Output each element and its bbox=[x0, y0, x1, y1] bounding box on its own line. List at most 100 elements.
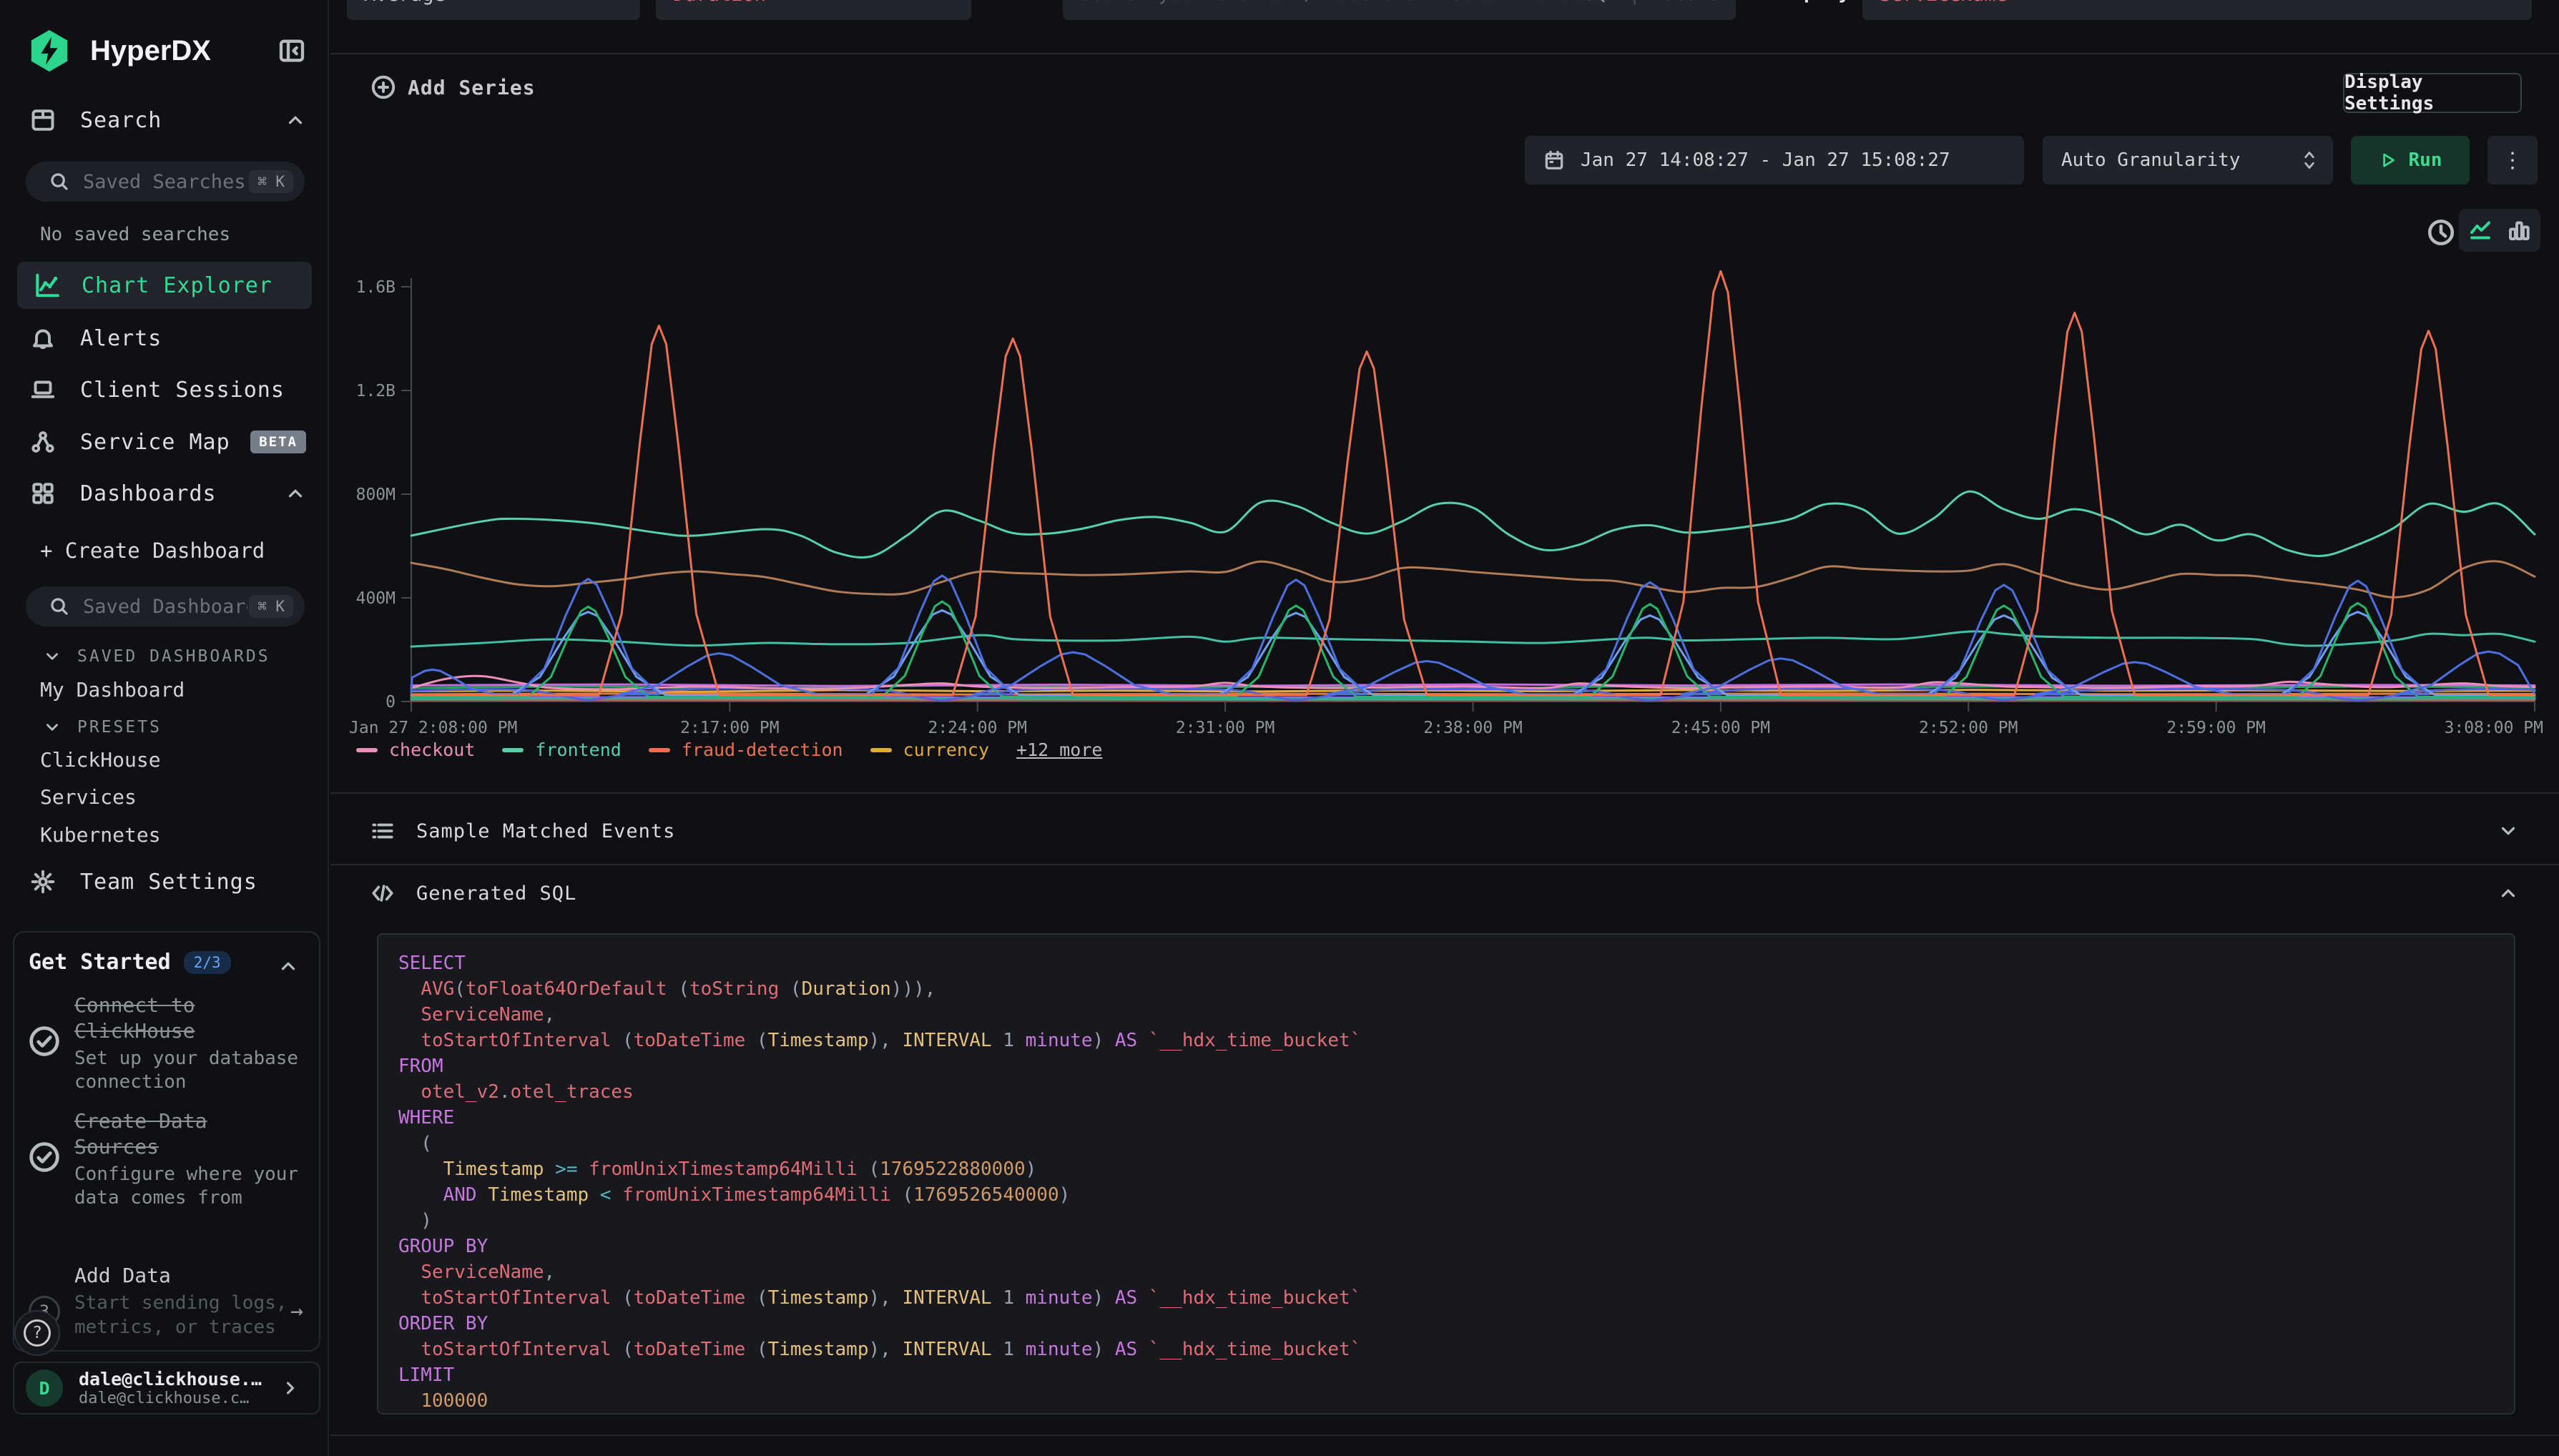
kebab-menu-icon: ⋮ bbox=[2502, 148, 2523, 173]
timeseries-chart[interactable]: 0400M800M1.2B1.6BJan 27 2:08:00 PM2:17:0… bbox=[330, 257, 2559, 744]
bar-chart-toggle-icon[interactable] bbox=[2506, 217, 2532, 243]
legend-item-checkout[interactable]: checkout bbox=[356, 739, 475, 760]
sidebar-item-search[interactable]: Search bbox=[0, 104, 329, 136]
legend-item-currency[interactable]: currency bbox=[870, 739, 989, 760]
sql-line: AND Timestamp < fromUnixTimestamp64Milli… bbox=[398, 1182, 2494, 1208]
sidebar-item-my-dashboard[interactable]: My Dashboard bbox=[0, 675, 329, 704]
chevron-down-icon bbox=[43, 718, 62, 737]
saved-dashboards-section[interactable]: SAVED DASHBOARDS bbox=[0, 642, 329, 671]
chevron-up-icon[interactable] bbox=[285, 483, 306, 504]
line-chart-toggle-icon[interactable] bbox=[2467, 217, 2493, 243]
field-input[interactable]: Duration bbox=[656, 0, 971, 20]
x-axis-tick-label: 2:45:00 PM bbox=[1671, 719, 1770, 737]
service-map-icon bbox=[30, 429, 56, 455]
list-icon bbox=[370, 819, 395, 843]
chart-legend: checkout frontend fraud-detection curren… bbox=[356, 739, 1102, 760]
step-desc: Start sending logs, metrics, or traces bbox=[74, 1292, 303, 1339]
sidebar-item-label: Service Map bbox=[80, 430, 230, 455]
presets-section[interactable]: PRESETS bbox=[0, 713, 329, 742]
group-by-value: ServiceName bbox=[1880, 0, 2008, 6]
section-title: Generated SQL bbox=[416, 882, 576, 905]
saved-searches-input[interactable]: ⌘ K bbox=[26, 162, 305, 202]
saved-searches-field[interactable] bbox=[83, 171, 247, 193]
sql-line: FROM bbox=[398, 1053, 2494, 1079]
run-button[interactable]: Run bbox=[2351, 136, 2470, 185]
chart-series-unnamed bbox=[411, 610, 2535, 695]
sidebar-item-client-sessions[interactable]: Client Sessions bbox=[0, 374, 329, 405]
x-axis-tick-label: 2:31:00 PM bbox=[1176, 719, 1274, 737]
beta-badge: BETA bbox=[250, 431, 306, 453]
select-arrows-icon bbox=[2300, 148, 2319, 172]
sidebar-item-team-settings[interactable]: Team Settings bbox=[0, 866, 329, 897]
create-dashboard-button[interactable]: + Create Dashboard bbox=[0, 535, 329, 566]
date-range-picker[interactable]: Jan 27 14:08:27 - Jan 27 15:08:27 bbox=[1525, 136, 2024, 185]
shortcut-badge: ⌘ K bbox=[249, 170, 293, 193]
chart-explorer-icon bbox=[33, 272, 60, 299]
chevron-up-icon[interactable] bbox=[285, 109, 306, 131]
chart-series-unnamed bbox=[411, 601, 2535, 697]
sidebar-item-clickhouse[interactable]: ClickHouse bbox=[0, 745, 329, 774]
x-axis-tick-label: 2:38:00 PM bbox=[1423, 719, 1522, 737]
x-axis-tick-label: 2:24:00 PM bbox=[928, 719, 1026, 737]
sql-line: AVG(toFloat64OrDefault (toString (Durati… bbox=[398, 976, 2494, 1002]
chevron-down-icon[interactable] bbox=[2497, 820, 2519, 842]
x-axis-tick-label: 2:17:00 PM bbox=[680, 719, 779, 737]
collapse-sidebar-icon[interactable] bbox=[277, 36, 306, 65]
laptop-icon bbox=[30, 377, 56, 403]
legend-label: checkout bbox=[389, 739, 475, 760]
legend-label: fraud-detection bbox=[682, 739, 843, 760]
check-circle-icon bbox=[29, 1141, 60, 1173]
sidebar-item-dashboards[interactable]: Dashboards bbox=[0, 478, 329, 509]
y-axis-tick-label: 0 bbox=[385, 693, 396, 712]
help-button[interactable]: ? bbox=[14, 1310, 60, 1356]
step-title: Connect to ClickHouse bbox=[74, 993, 303, 1044]
sidebar-item-label: Client Sessions bbox=[80, 378, 285, 403]
chevron-right-icon bbox=[280, 1378, 300, 1398]
add-series-button[interactable]: Add Series bbox=[370, 74, 536, 100]
lucene-search-input[interactable]: Search your events w/ Lucene ex: column:… bbox=[1063, 0, 1736, 20]
section-title: Sample Matched Events bbox=[416, 820, 675, 842]
generated-sql-header[interactable]: Generated SQL bbox=[370, 874, 2519, 913]
sidebar-item-alerts[interactable]: Alerts bbox=[0, 323, 329, 354]
generated-sql-code[interactable]: SELECT AVG(toFloat64OrDefault (toString … bbox=[377, 933, 2515, 1415]
mode-lucene[interactable]: Lucene bbox=[1651, 0, 1719, 5]
step-desc: Configure where your data comes from bbox=[74, 1163, 303, 1211]
granularity-value: Auto Granularity bbox=[2061, 149, 2240, 171]
chevron-up-icon[interactable] bbox=[2497, 882, 2519, 904]
search-placeholder: Search your events w/ Lucene ex: column:… bbox=[1080, 0, 1583, 5]
sidebar-item-services[interactable]: Services bbox=[0, 782, 329, 811]
chevron-down-icon bbox=[606, 0, 624, 4]
sidebar-item-service-map[interactable]: Service Map BETA bbox=[0, 426, 329, 458]
get-started-header[interactable]: Get Started 2/3 bbox=[29, 950, 231, 975]
sidebar-item-kubernetes[interactable]: Kubernetes bbox=[0, 820, 329, 849]
sidebar-item-chart-explorer[interactable]: Chart Explorer bbox=[17, 262, 312, 309]
sidebar-item-label: Search bbox=[80, 108, 162, 133]
arrow-right-icon: → bbox=[290, 1299, 303, 1324]
shortcut-badge: ⌘ K bbox=[249, 595, 293, 618]
user-profile[interactable]: D dale@clickhouse.… dale@clickhouse.c… bbox=[13, 1362, 320, 1415]
granularity-select[interactable]: Auto Granularity bbox=[2043, 136, 2333, 185]
group-by-input[interactable]: ServiceName bbox=[1862, 0, 2532, 20]
get-started-step-3[interactable]: 3 Add Data Start sending logs, metrics, … bbox=[29, 1263, 309, 1339]
mode-sql[interactable]: SQL bbox=[1584, 0, 1618, 5]
get-started-step-1[interactable]: Connect to ClickHouse Set up your databa… bbox=[29, 993, 309, 1094]
chart-menu-button[interactable]: ⋮ bbox=[2487, 136, 2538, 185]
legend-swatch bbox=[502, 748, 524, 752]
date-range-value: Jan 27 14:08:27 - Jan 27 15:08:27 bbox=[1581, 149, 1950, 171]
time-window-icon[interactable] bbox=[2426, 217, 2456, 247]
legend-item-fraud-detection[interactable]: fraud-detection bbox=[649, 739, 843, 760]
sidebar-item-label: Chart Explorer bbox=[82, 273, 272, 298]
search-section-icon bbox=[30, 107, 56, 133]
display-settings-button[interactable]: Display Settings bbox=[2343, 73, 2522, 113]
legend-item-frontend[interactable]: frontend bbox=[502, 739, 621, 760]
aggregation-select[interactable]: Average bbox=[347, 0, 640, 20]
y-axis-tick-label: 1.2B bbox=[356, 382, 396, 400]
divider bbox=[330, 792, 2559, 794]
sample-matched-events-header[interactable]: Sample Matched Events bbox=[370, 810, 2519, 852]
chevron-up-icon[interactable] bbox=[277, 955, 299, 977]
saved-dashboards-input[interactable]: ⌘ K bbox=[26, 586, 305, 626]
code-icon bbox=[370, 881, 395, 905]
legend-more-link[interactable]: +12 more bbox=[1016, 739, 1102, 760]
saved-dashboards-field[interactable] bbox=[83, 596, 247, 618]
get-started-step-2[interactable]: Create Data Sources Configure where your… bbox=[29, 1108, 309, 1210]
